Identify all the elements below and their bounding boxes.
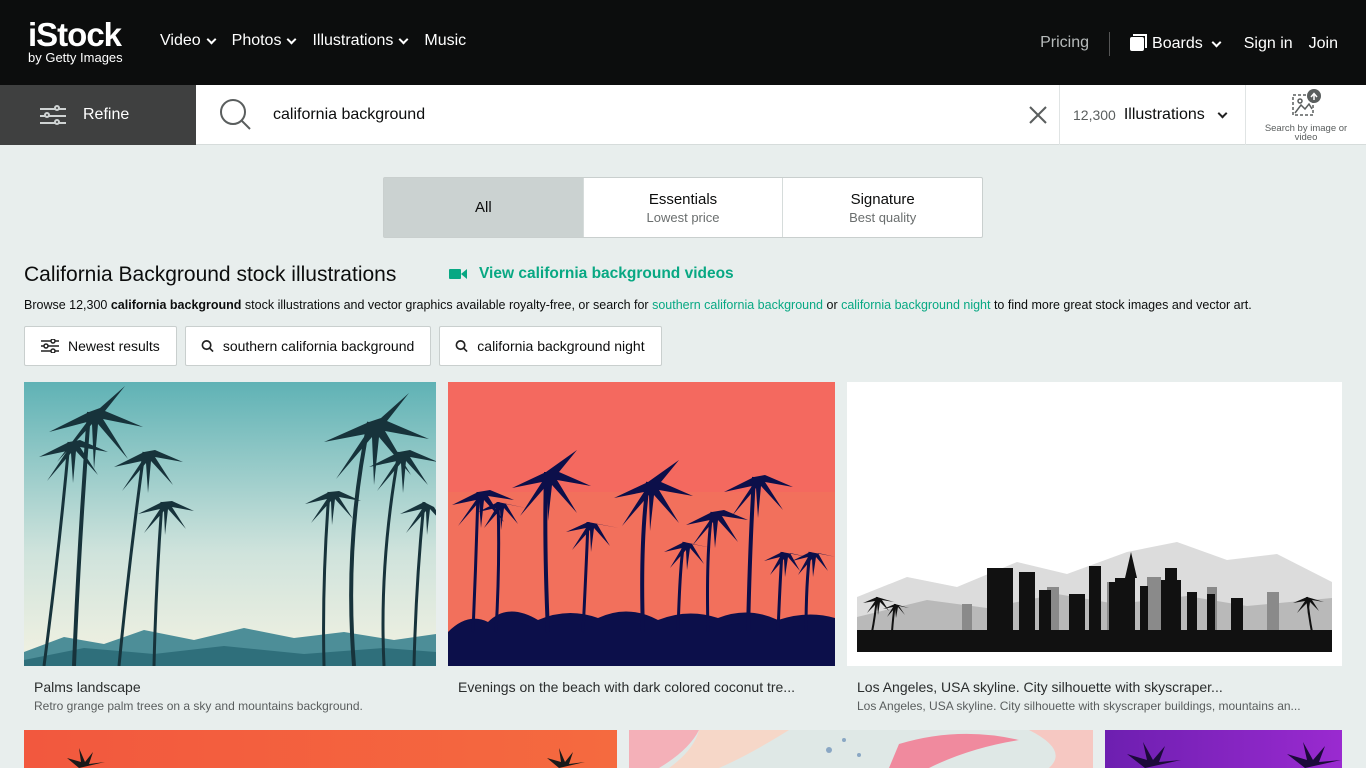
result-card[interactable]: Palms landscape Retro grange palm trees … (24, 382, 436, 722)
result-count: 12,300 (1073, 107, 1116, 123)
search-by-image-button[interactable]: Search by image or video (1258, 89, 1354, 143)
chevron-down-icon (398, 34, 409, 44)
main-nav: Video Photos Illustrations Music (160, 32, 466, 50)
tab-all[interactable]: All (384, 178, 584, 237)
nav-illustrations[interactable]: Illustrations (312, 32, 409, 50)
sliders-icon (40, 105, 66, 125)
browse-middle: stock illustrations and vector graphics … (241, 298, 653, 312)
search-input[interactable] (262, 98, 1022, 132)
newest-results-chip[interactable]: Newest results (24, 326, 177, 366)
account-nav: Pricing Boards Sign in Join (1040, 32, 1338, 56)
boards-icon (1130, 34, 1148, 51)
nav-photos-label: Photos (231, 32, 282, 49)
browse-prefix: Browse 12,300 (24, 298, 111, 312)
browse-or: or (823, 298, 842, 312)
tab-signature-title: Signature (850, 190, 915, 208)
search-bar: Refine 12,300 Illustrations Search by im… (0, 85, 1366, 145)
sign-in-link[interactable]: Sign in (1244, 35, 1293, 53)
tab-essentials-sub: Lowest price (646, 209, 720, 225)
join-link[interactable]: Join (1309, 35, 1338, 53)
tab-signature-sub: Best quality (849, 209, 917, 225)
istock-logo[interactable]: iStock by Getty Images (28, 18, 140, 68)
result-thumbnail[interactable] (448, 382, 835, 666)
related-search-chip-label: california background night (477, 338, 645, 354)
tab-essentials[interactable]: Essentials Lowest price (584, 178, 784, 237)
result-thumbnail[interactable] (24, 382, 436, 666)
result-card[interactable]: Los Angeles, USA skyline. City silhouett… (847, 382, 1342, 722)
chevron-down-icon (287, 34, 297, 44)
logo-wordmark: iStock (28, 16, 122, 53)
newest-results-label: Newest results (68, 338, 160, 354)
nav-music-label: Music (424, 32, 467, 49)
boards-menu[interactable]: Boards (1130, 34, 1222, 53)
boards-label: Boards (1152, 35, 1203, 52)
related-search-chip-southern[interactable]: southern california background (184, 326, 432, 366)
asset-type-select[interactable]: 12,300 Illustrations (1059, 85, 1246, 145)
result-thumbnail[interactable] (1105, 730, 1342, 768)
page-title: California Background stock illustration… (24, 263, 397, 286)
nav-video[interactable]: Video (160, 32, 217, 50)
sliders-icon (41, 339, 59, 353)
view-videos-link[interactable]: View california background videos (449, 265, 734, 283)
pricing-link[interactable]: Pricing (1040, 32, 1111, 56)
result-title[interactable]: Evenings on the beach with dark colored … (458, 679, 833, 695)
tab-all-title: All (475, 199, 492, 216)
tab-signature[interactable]: Signature Best quality (783, 178, 982, 237)
chevron-down-icon (1217, 108, 1228, 118)
browse-keyword: california background (110, 298, 242, 312)
chevron-down-icon (206, 34, 217, 44)
license-tabs: All Essentials Lowest price Signature Be… (383, 177, 983, 238)
nav-music[interactable]: Music (424, 32, 466, 50)
search-icon (201, 340, 214, 353)
search-icon (220, 99, 251, 130)
close-icon[interactable] (1027, 104, 1049, 126)
view-videos-label: View california background videos (479, 265, 734, 282)
top-navigation: iStock by Getty Images Video Photos Illu… (0, 0, 1366, 85)
related-searches: Newest results southern california backg… (24, 326, 662, 366)
result-subtitle: Retro grange palm trees on a sky and mou… (34, 699, 363, 713)
nav-video-label: Video (160, 32, 201, 49)
logo-tagline: by Getty Images (28, 50, 123, 65)
refine-button[interactable]: Refine (0, 85, 196, 145)
result-title[interactable]: Los Angeles, USA skyline. City silhouett… (857, 679, 1337, 695)
nav-illustrations-label: Illustrations (312, 32, 394, 49)
related-link-southern[interactable]: southern california background (652, 298, 823, 312)
chevron-down-icon (1211, 37, 1222, 47)
result-card[interactable]: Evenings on the beach with dark colored … (448, 382, 835, 722)
search-icon (455, 340, 468, 353)
result-thumbnail[interactable] (847, 382, 1342, 666)
result-subtitle: Los Angeles, USA skyline. City silhouett… (857, 699, 1301, 713)
related-search-chip-label: southern california background (222, 338, 415, 354)
browse-suffix: to find more great stock images and vect… (990, 298, 1252, 312)
related-link-night[interactable]: california background night (841, 298, 990, 312)
search-by-image-label: Search by image or video (1264, 123, 1348, 143)
result-thumbnail[interactable] (24, 730, 617, 768)
asset-type-label: Illustrations (1123, 106, 1205, 123)
video-camera-icon (449, 269, 467, 279)
related-search-chip-night[interactable]: california background night (439, 326, 662, 366)
refine-label: Refine (83, 106, 130, 123)
result-thumbnail[interactable] (629, 730, 1093, 768)
nav-photos[interactable]: Photos (231, 32, 297, 50)
image-upload-icon (1292, 89, 1321, 116)
browse-description: Browse 12,300 california background stoc… (24, 298, 1252, 312)
tab-essentials-title: Essentials (648, 190, 718, 208)
result-title[interactable]: Palms landscape (34, 679, 434, 695)
